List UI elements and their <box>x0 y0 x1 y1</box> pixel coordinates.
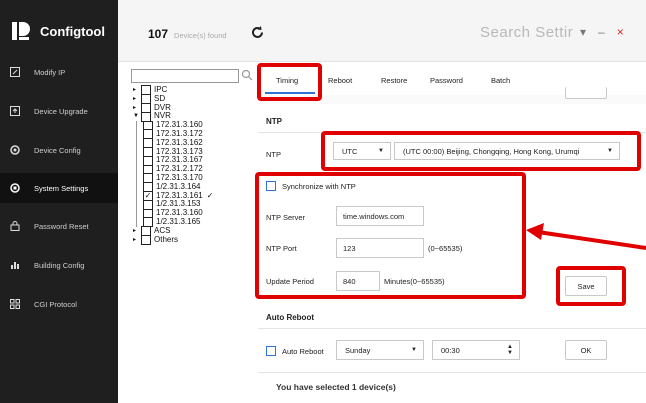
sidebar-item-label: Device Upgrade <box>34 106 88 116</box>
sidebar-item-device-upgrade[interactable]: Device Upgrade <box>0 96 118 126</box>
upload-box-icon <box>10 106 20 116</box>
reboot-day-select[interactable]: Sunday ▼ <box>336 340 424 360</box>
expand-right-icon[interactable]: ▸ <box>133 104 141 113</box>
tree-connector <box>136 200 137 210</box>
expand-right-icon[interactable]: ▸ <box>133 86 141 95</box>
close-icon[interactable]: × <box>617 25 624 39</box>
configtool-logo-icon <box>10 20 32 42</box>
tree-connector <box>136 165 137 174</box>
sidebar-item-label: Building Config <box>34 260 85 270</box>
highlight-ntp-fields <box>255 172 526 299</box>
grid-icon <box>10 299 20 309</box>
ntp-section-title: NTP <box>266 117 282 126</box>
highlight-timing-tab <box>257 63 322 101</box>
highlight-ntp-row <box>321 131 641 171</box>
divider <box>258 328 646 329</box>
tree-group[interactable]: ▸ DVR <box>133 103 253 113</box>
selected-check-icon: ✓ <box>206 190 214 200</box>
tree-connector <box>136 156 137 166</box>
selected-devices-status: You have selected 1 device(s) <box>276 382 396 392</box>
partial-button[interactable] <box>565 87 607 99</box>
tree-connector <box>136 182 137 192</box>
divider <box>258 372 646 373</box>
sidebar-item-password-reset[interactable]: Password Reset <box>0 211 118 241</box>
tree-group[interactable]: ▸ SD <box>133 94 253 105</box>
sidebar-item-label: System Settings <box>34 183 89 193</box>
ntp-label: NTP <box>266 150 281 159</box>
tree-group[interactable]: ▸ Others <box>133 234 253 245</box>
tree-connector <box>136 191 137 201</box>
tree-connector <box>136 138 137 148</box>
gear-icon <box>10 145 20 155</box>
ok-button[interactable]: OK <box>565 340 607 360</box>
app-logo: Configtool <box>10 18 118 44</box>
sidebar-item-label: CGI Protocol <box>34 299 77 309</box>
minimize-icon[interactable]: – <box>598 25 605 39</box>
tree-connector <box>136 209 137 218</box>
tree-connector <box>136 129 137 139</box>
window-controls: ▾ – × <box>580 25 624 39</box>
expand-down-icon[interactable]: ▼ <box>133 112 141 121</box>
reboot-time-value: 00:30 <box>441 345 460 355</box>
chevron-down-icon: ▼ <box>411 347 417 353</box>
highlight-save-button <box>556 266 626 306</box>
expand-right-icon[interactable]: ▸ <box>133 95 141 104</box>
tree-connector <box>136 147 137 157</box>
auto-reboot-title: Auto Reboot <box>266 313 314 322</box>
reboot-day-value: Sunday <box>345 345 371 355</box>
building-chart-icon <box>10 260 20 270</box>
sidebar-item-device-config[interactable]: Device Config <box>0 135 118 165</box>
device-count-label: Device(s) found <box>174 31 227 40</box>
tab-reboot[interactable]: Reboot <box>328 76 352 85</box>
tree-connector <box>136 121 137 130</box>
expand-right-icon[interactable]: ▸ <box>133 236 141 245</box>
expand-right-icon[interactable]: ▸ <box>133 227 141 236</box>
sidebar-item-cgi-protocol[interactable]: CGI Protocol <box>0 289 118 319</box>
refresh-icon[interactable] <box>250 25 265 44</box>
tree-group[interactable]: ▸ ACS <box>133 226 253 237</box>
lock-icon <box>10 221 20 231</box>
device-count: 107 Device(s) found <box>148 27 227 41</box>
search-icon[interactable] <box>241 69 253 81</box>
device-tree: ▸ IPC ▸ SD ▸ DVR ▼ NVR 172.31.3.160 172.31.3.172 1… <box>133 85 253 245</box>
auto-reboot-checkbox[interactable] <box>266 346 276 356</box>
sidebar-item-label: Device Config <box>34 145 81 155</box>
device-count-value: 107 <box>148 27 169 41</box>
app-title: Configtool <box>40 23 105 39</box>
search-settings-input[interactable]: Search Settir <box>480 24 573 41</box>
sidebar-item-building-config[interactable]: Building Config <box>0 250 118 280</box>
tree-checkbox[interactable] <box>141 234 151 245</box>
tree-connector <box>136 217 137 227</box>
filter-icon[interactable]: ▾ <box>580 25 586 39</box>
edit-box-icon <box>10 67 20 77</box>
stepper-arrows-icon[interactable]: ▲ ▼ <box>507 344 513 356</box>
tab-restore[interactable]: Restore <box>381 76 407 85</box>
sidebar-item-system-settings[interactable]: System Settings <box>0 173 118 203</box>
sidebar-item-label: Password Reset <box>34 221 89 231</box>
tree-group[interactable]: ▸ IPC <box>133 85 253 96</box>
settings-circle-icon <box>10 183 20 193</box>
tree-connector <box>136 173 137 183</box>
tab-batch[interactable]: Batch <box>491 76 510 85</box>
tree-device-row[interactable]: 1/2.31.3.165 <box>133 217 253 228</box>
sidebar-item-modify-ip[interactable]: Modify IP <box>0 57 118 87</box>
tab-password[interactable]: Password <box>430 76 463 85</box>
sidebar-item-label: Modify IP <box>34 67 66 77</box>
annotation-arrow-icon <box>526 223 646 250</box>
auto-reboot-label: Auto Reboot <box>282 347 324 356</box>
reboot-time-stepper[interactable]: 00:30 ▲ ▼ <box>432 340 520 360</box>
tree-group-label: Others <box>154 234 179 244</box>
tree-search-input[interactable] <box>131 69 239 83</box>
